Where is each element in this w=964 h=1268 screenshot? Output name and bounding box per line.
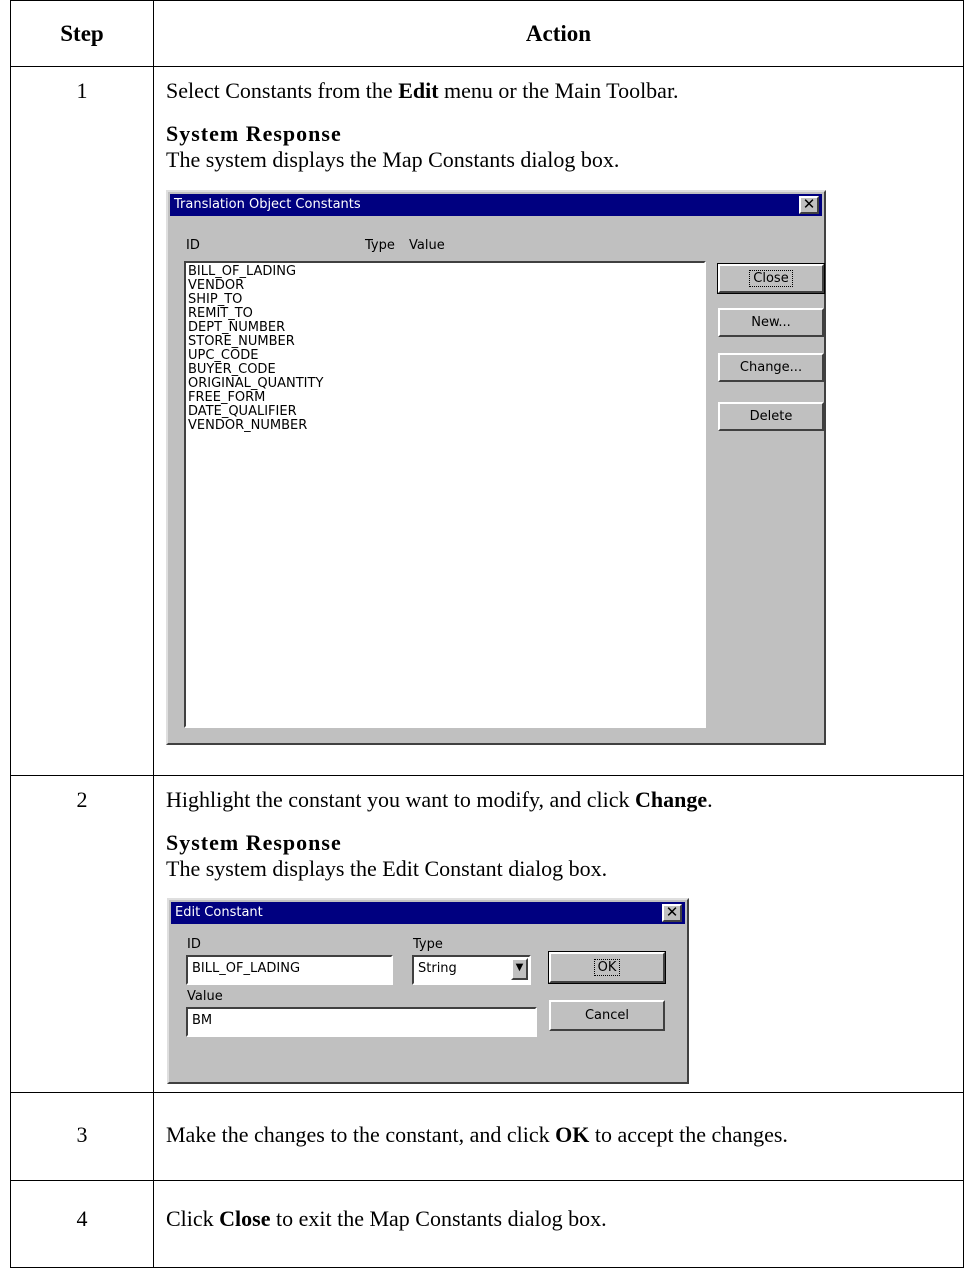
dialog-title-bar: Translation Object Constants ✕ bbox=[170, 194, 822, 216]
system-response-text: The system displays the Map Constants di… bbox=[166, 147, 620, 172]
step-instruction: Highlight the constant you want to modif… bbox=[166, 787, 713, 812]
translation-object-constants-dialog: Translation Object Constants ✕ ID Type V… bbox=[166, 190, 826, 745]
column-header-value: Value bbox=[409, 238, 445, 253]
step-number: 1 bbox=[76, 78, 88, 103]
close-icon[interactable]: ✕ bbox=[799, 196, 819, 214]
system-response-heading: System Response bbox=[166, 830, 342, 855]
list-item[interactable]: FREE_FORM bbox=[188, 391, 702, 405]
list-item[interactable]: VENDOR bbox=[188, 279, 702, 293]
list-item[interactable]: BILL_OF_LADING bbox=[188, 265, 702, 279]
value-label: Value bbox=[187, 989, 223, 1004]
step-action-cell: Highlight the constant you want to modif… bbox=[153, 775, 964, 1093]
column-header-id: ID bbox=[186, 238, 200, 253]
table-header-row: Step Action bbox=[10, 0, 964, 67]
table-row: 3 Make the changes to the constant, and … bbox=[10, 1092, 964, 1181]
list-item[interactable]: BUYER_CODE bbox=[188, 363, 702, 377]
step-number-cell: 2 bbox=[10, 775, 154, 1093]
list-item[interactable]: DATE_QUALIFIER bbox=[188, 405, 702, 419]
ok-button[interactable]: OK bbox=[548, 951, 666, 984]
step-action-cell: Make the changes to the constant, and cl… bbox=[153, 1092, 964, 1181]
close-button[interactable]: Close bbox=[717, 263, 825, 294]
header-step: Step bbox=[10, 0, 154, 67]
system-response-text: The system displays the Edit Constant di… bbox=[166, 856, 608, 881]
chevron-down-icon[interactable]: ▼ bbox=[511, 958, 528, 980]
type-select[interactable]: String ▼ bbox=[412, 955, 531, 985]
step-action-cell: Select Constants from the Edit menu or t… bbox=[153, 66, 964, 776]
step-instruction: Make the changes to the constant, and cl… bbox=[166, 1122, 788, 1147]
close-icon[interactable]: ✕ bbox=[662, 904, 682, 922]
steps-table: Step Action 1 Select Constants from the … bbox=[10, 0, 964, 1268]
list-item[interactable]: DEPT_NUMBER bbox=[188, 321, 702, 335]
delete-button[interactable]: Delete bbox=[718, 402, 824, 431]
table-row: 4 Click Close to exit the Map Constants … bbox=[10, 1180, 964, 1268]
table-row: 2 Highlight the constant you want to mod… bbox=[10, 775, 964, 1093]
dialog-title: Translation Object Constants bbox=[174, 197, 361, 212]
list-item[interactable]: STORE_NUMBER bbox=[188, 335, 702, 349]
list-item[interactable]: ORIGINAL_QUANTITY bbox=[188, 377, 702, 391]
dialog-title-bar: Edit Constant ✕ bbox=[171, 902, 685, 924]
change-button[interactable]: Change... bbox=[718, 353, 824, 382]
id-label: ID bbox=[187, 937, 201, 952]
system-response-heading: System Response bbox=[166, 121, 342, 146]
dialog-title: Edit Constant bbox=[175, 905, 263, 920]
step-number-cell: 1 bbox=[10, 66, 154, 776]
id-field[interactable]: BILL_OF_LADING bbox=[186, 955, 393, 985]
step-number: 3 bbox=[76, 1122, 88, 1147]
step-number: 2 bbox=[76, 787, 88, 812]
column-header-type: Type bbox=[365, 238, 395, 253]
step-action-cell: Click Close to exit the Map Constants di… bbox=[153, 1180, 964, 1268]
cancel-button[interactable]: Cancel bbox=[549, 1000, 665, 1031]
step-instruction: Click Close to exit the Map Constants di… bbox=[166, 1206, 607, 1231]
step-instruction: Select Constants from the Edit menu or t… bbox=[166, 78, 679, 103]
new-button[interactable]: New... bbox=[718, 308, 824, 337]
type-label: Type bbox=[413, 937, 443, 952]
step-number: 4 bbox=[76, 1206, 88, 1231]
constants-listbox[interactable]: BILL_OF_LADING VENDOR SHIP_TO REMIT_TO DEPT_… bbox=[184, 261, 706, 728]
header-action: Action bbox=[153, 0, 964, 67]
table-row: 1 Select Constants from the Edit menu or… bbox=[10, 66, 964, 776]
step-number-cell: 4 bbox=[10, 1180, 154, 1268]
list-item[interactable]: VENDOR_NUMBER bbox=[188, 419, 702, 433]
list-item[interactable]: SHIP_TO bbox=[188, 293, 702, 307]
list-item[interactable]: UPC_CODE bbox=[188, 349, 702, 363]
step-number-cell: 3 bbox=[10, 1092, 154, 1181]
edit-constant-dialog: Edit Constant ✕ ID BILL_OF_LADING Type S… bbox=[167, 898, 689, 1084]
list-item[interactable]: REMIT_TO bbox=[188, 307, 702, 321]
value-field[interactable]: BM bbox=[186, 1007, 537, 1037]
